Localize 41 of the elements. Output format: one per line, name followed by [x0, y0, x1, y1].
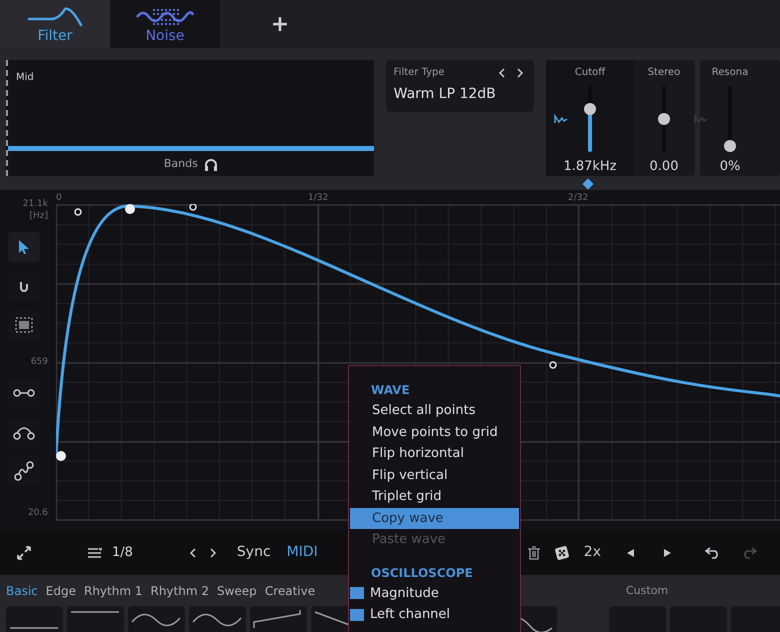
menu-check-label[interactable]: Left channel [370, 605, 450, 624]
menu-item[interactable]: Copy wave [350, 508, 519, 529]
preset-category-tab[interactable]: Edge [46, 585, 76, 598]
add-tab-button[interactable]: + [220, 0, 340, 48]
slider-value: 1.87kHz [563, 158, 617, 176]
frequency-axis-label: 659 [30, 358, 48, 367]
menu-item[interactable]: Select all points [350, 400, 519, 422]
frequency-axis-label: [Hz] [29, 212, 48, 221]
preset-category-tab[interactable]: Rhythm 1 [84, 585, 142, 598]
slider-label: Cutoff [574, 66, 606, 80]
module-tab[interactable]: Filter [0, 0, 110, 48]
filter-type-value[interactable]: Warm LP 12dB [394, 84, 526, 105]
preset-category-tab[interactable]: Basic [6, 585, 38, 598]
toggle-button[interactable]: MIDI [286, 542, 318, 563]
time-axis-label: 0 [56, 192, 62, 205]
preset-category-tab[interactable]: Creative [264, 585, 316, 598]
time-axis-label: 2/32 [568, 192, 588, 205]
preset-category-tab[interactable]: Sweep [216, 585, 257, 598]
menu-item[interactable]: Move points to grid [350, 422, 519, 443]
menu-section-title: OSCILLOSCOPE [370, 564, 474, 582]
slider-label: Resona [712, 66, 748, 80]
slider-value: 0% [720, 158, 740, 176]
menu-item[interactable]: Triplet grid [350, 486, 519, 508]
frequency-axis-label: 21.1k [22, 200, 48, 209]
time-axis-label: 1/32 [308, 192, 328, 205]
custom-label: Custom [626, 583, 668, 599]
bands-label: Bands [164, 156, 198, 172]
preset-category-tab[interactable]: Rhythm 2 [150, 585, 209, 598]
toggle-button[interactable]: Sync [236, 542, 271, 563]
filter-type-label: Filter Type [394, 66, 445, 80]
frequency-axis-label: 20.6 [28, 509, 48, 518]
grid-value[interactable]: 1/8 [112, 542, 133, 562]
slider-value: 0.00 [650, 158, 678, 176]
module-tab[interactable]: Noise [110, 0, 220, 48]
menu-section-title: WAVE [370, 382, 411, 399]
menu-check-label[interactable]: Magnitude [370, 584, 439, 603]
band-label: Mid [16, 71, 34, 85]
multiply-button[interactable]: 2x [584, 542, 601, 563]
menu-item[interactable]: Flip horizontal [350, 443, 519, 464]
slider-label: Stereo [648, 66, 680, 80]
menu-item[interactable]: Flip vertical [350, 464, 519, 486]
